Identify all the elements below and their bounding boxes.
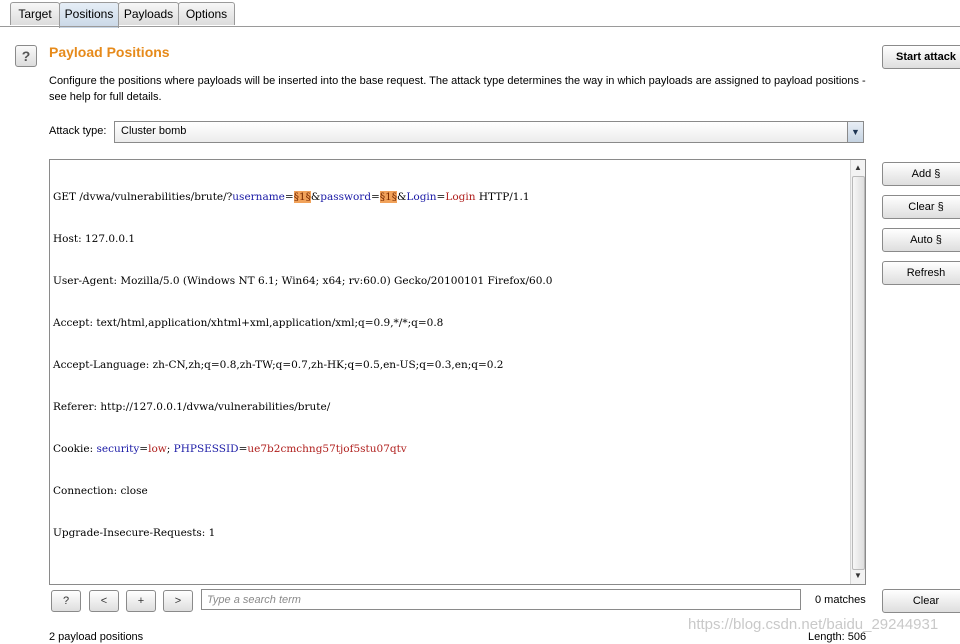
panel-description: Configure the positions where payloads w… xyxy=(49,75,866,103)
ampersand: & xyxy=(310,191,321,203)
payload-marker: §1§ xyxy=(293,191,311,203)
header-host: Host: 127.0.0.1 xyxy=(53,233,136,245)
search-add-button[interactable]: + xyxy=(126,590,156,612)
http-version: HTTP/1.1 xyxy=(475,191,530,203)
tab-options[interactable]: Options xyxy=(178,2,235,25)
scroll-down-icon[interactable]: ▼ xyxy=(852,570,864,582)
refresh-button[interactable]: Refresh xyxy=(882,261,960,285)
attack-type-label: Attack type: xyxy=(49,125,107,137)
header-user-agent: User-Agent: Mozilla/5.0 (Windows NT 6.1;… xyxy=(53,275,553,287)
equals: = xyxy=(371,191,380,203)
param-value: Login xyxy=(445,191,476,203)
request-editor[interactable]: GET /dvwa/vulnerabilities/brute/?usernam… xyxy=(49,159,866,585)
cookie-value: low xyxy=(148,443,167,455)
auto-marker-button[interactable]: Auto § xyxy=(882,228,960,252)
equals: = xyxy=(139,443,149,455)
tab-payloads[interactable]: Payloads xyxy=(118,2,179,25)
request-path: GET /dvwa/vulnerabilities/brute/? xyxy=(53,191,233,203)
param-name: Login xyxy=(406,191,437,203)
vertical-scrollbar[interactable]: ▲ ▼ xyxy=(850,160,865,584)
help-icon[interactable]: ? xyxy=(15,45,37,67)
param-name: username xyxy=(232,191,285,203)
header-accept: Accept: text/html,application/xhtml+xml,… xyxy=(53,317,444,329)
scroll-up-icon[interactable]: ▲ xyxy=(852,162,864,174)
tab-target[interactable]: Target xyxy=(10,2,60,25)
header-referer: Referer: http://127.0.0.1/dvwa/vulnerabi… xyxy=(53,401,331,413)
scroll-thumb[interactable] xyxy=(852,176,865,570)
search-help-button[interactable]: ? xyxy=(51,590,81,612)
chevron-down-icon[interactable]: ▼ xyxy=(847,122,863,142)
clear-button[interactable]: Clear xyxy=(882,589,960,613)
tab-bar: Target Positions Payloads Options xyxy=(0,0,960,28)
request-line: GET /dvwa/vulnerabilities/brute/?usernam… xyxy=(53,190,552,204)
equals: = xyxy=(284,191,294,203)
header-cookie: Cookie: security=low; PHPSESSID=ue7b2cmc… xyxy=(53,442,552,456)
clear-marker-button[interactable]: Clear § xyxy=(882,195,960,219)
request-text: GET /dvwa/vulnerabilities/brute/?usernam… xyxy=(53,162,552,568)
header-connection: Connection: close xyxy=(53,485,148,497)
param-name: password xyxy=(320,191,372,203)
cookie-name: security xyxy=(96,443,140,455)
header-upgrade-insecure: Upgrade-Insecure-Requests: 1 xyxy=(53,527,216,539)
attack-type-select[interactable]: Cluster bomb ▼ xyxy=(114,121,864,143)
panel-title: Payload Positions xyxy=(49,44,170,60)
payload-marker: §1§ xyxy=(379,191,398,203)
add-marker-button[interactable]: Add § xyxy=(882,162,960,186)
cookie-prefix: Cookie: xyxy=(53,443,97,455)
header-accept-language: Accept-Language: zh-CN,zh;q=0.8,zh-TW;q=… xyxy=(53,359,504,371)
search-input[interactable] xyxy=(201,589,801,610)
search-matches: 0 matches xyxy=(815,594,866,606)
tab-divider xyxy=(0,26,960,27)
tab-positions[interactable]: Positions xyxy=(59,2,119,28)
cookie-value: ue7b2cmchng57tjof5stu07qtv xyxy=(247,443,407,455)
ampersand: & xyxy=(397,191,407,203)
cookie-name: PHPSESSID xyxy=(173,443,239,455)
search-prev-button[interactable]: < xyxy=(89,590,119,612)
attack-type-value: Cluster bomb xyxy=(121,125,187,137)
start-attack-button[interactable]: Start attack xyxy=(882,45,960,69)
cookie-separator: ; xyxy=(166,443,174,455)
payload-positions-count: 2 payload positions xyxy=(49,631,144,643)
request-length: Length: 506 xyxy=(808,631,867,643)
search-next-button[interactable]: > xyxy=(163,590,193,612)
